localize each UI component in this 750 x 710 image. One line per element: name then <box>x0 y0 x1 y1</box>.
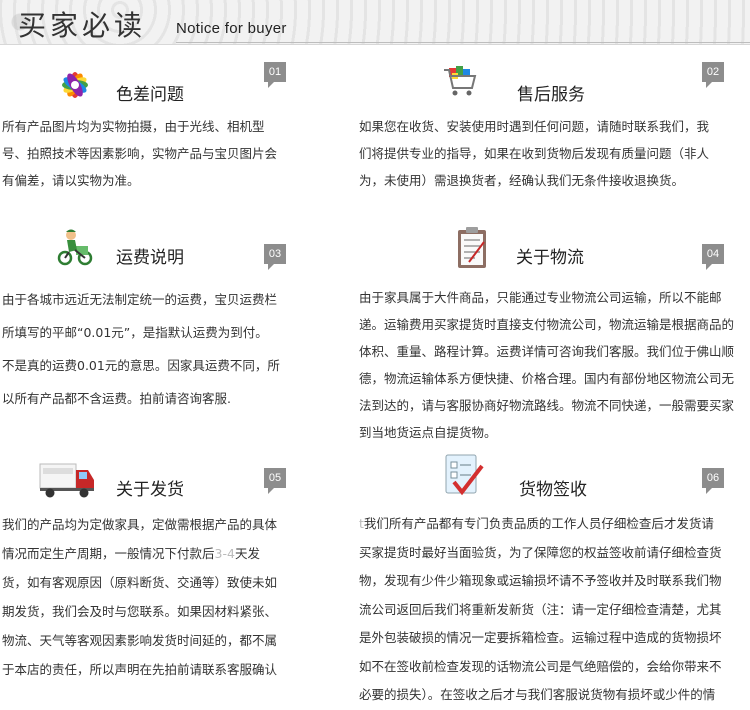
section-body: 由于家具属于大件商品，只能通过专业物流公司运输，所以不能邮 递。运输费用买家提货… <box>359 284 734 446</box>
body-line: 到当地货运点自提货物。 <box>359 425 497 440</box>
section-title: 货物签收 <box>519 480 587 500</box>
section-title: 关于物流 <box>516 248 584 268</box>
section-title: 关于发货 <box>116 480 184 500</box>
body-line-tail: 天发 <box>234 546 260 561</box>
body-line: 有偏差，请以实物为准。 <box>2 173 140 188</box>
delivery-cyclist-icon <box>57 229 93 266</box>
clipboard-icon <box>458 227 486 268</box>
body-line: 期发货，我们会及时与您联系。如果因材料紧张、 <box>2 604 278 619</box>
body-line: 由于家具属于大件商品，只能通过专业物流公司运输，所以不能邮 <box>359 290 722 305</box>
body-line: 于本店的责任，所以声明在先拍前请联系客服确认 <box>2 662 278 677</box>
section-title: 售后服务 <box>517 85 585 105</box>
body-line: 买家提货时最好当面验货，为了保障您的权益签收前请仔细检查货 <box>359 544 722 560</box>
section-badge: 01 <box>264 62 286 88</box>
checklist-icon <box>445 454 484 496</box>
color-flower-icon <box>62 72 88 98</box>
body-line: 流公司返回后我们将重新发新货（注：请一定仔细检查清楚，尤其 <box>359 601 722 617</box>
section-badge: 06 <box>702 468 724 494</box>
section-body: 由于各城市远近无法制定统一的运费，宝贝运费栏 所填写的平邮“0.01元”，是指默… <box>2 283 280 415</box>
body-line: 如果您在收货、安装使用时遇到任何问题，请随时联系我们，我 <box>359 119 710 134</box>
truck-icon <box>39 463 94 498</box>
body-line-muted: 3-4 <box>214 546 235 561</box>
header-divider <box>176 42 750 43</box>
body-line: 我们的产品均为定做家具，定做需根据产品的具体 <box>2 517 278 532</box>
header-title-cn: 买家必读 <box>18 9 147 42</box>
body-line: 德，物流运输体系方便快捷、价格合理。国内有部份地区物流公司无 <box>359 371 735 386</box>
section-body: 所有产品图片均为实物拍摄，由于光线、相机型 号、拍照技术等因素影响，实物产品与宝… <box>2 113 277 194</box>
section-badge: 04 <box>702 244 724 270</box>
body-line: 物流、天气等客观因素影响发货时间延的，都不属 <box>2 633 278 648</box>
body-line: 所有产品图片均为实物拍摄，由于光线、相机型 <box>2 119 265 134</box>
body-line: 为，未使用）需退换货者，经确认我们无条件接收退换货。 <box>359 173 685 188</box>
body-line: 以所有产品都不含运费。拍前请咨询客服. <box>2 391 231 406</box>
section-badge: 03 <box>264 244 286 270</box>
body-line: 如不在签收前检查发现的话物流公司是气绝赔偿的，会给你带来不 <box>359 658 722 674</box>
section-body: 如果您在收货、安装使用时遇到任何问题，请随时联系我们，我 们将提供专业的指导，如… <box>359 113 709 194</box>
body-line: 由于各城市远近无法制定统一的运费，宝贝运费栏 <box>2 292 278 307</box>
body-line: 不是真的运费0.01元的意思。因家具运费不同，所 <box>2 358 280 373</box>
section-title: 色差问题 <box>116 85 184 105</box>
body-line: 必要的损失）。在签收之后才与我们客服说货物有损坏或少件的情 <box>359 687 716 702</box>
body-line: 法到达的，请与客服协商好物流路线。物流不同快递，一般需要买家 <box>359 398 735 413</box>
body-line: 是外包装破损的情况一定要拆箱检查。运输过程中造成的货物损坏 <box>359 630 722 645</box>
body-line: 号、拍照技术等因素影响，实物产品与宝贝图片会 <box>2 146 278 161</box>
body-line-text: 情况而定生产周期，一般情况下付款后 <box>2 546 215 561</box>
body-line: 们将提供专业的指导，如果在收到货物后发现有质量问题（非人 <box>359 146 710 161</box>
header-title-en: Notice for buyer <box>176 20 287 37</box>
notice-header: 买家必读 Notice for buyer <box>0 0 750 45</box>
section-body: 我们的产品均为定做家具，定做需根据产品的具体 情况而定生产周期，一般情况下付款后… <box>2 510 277 684</box>
body-line: 递。运输费用买家提货时直接支付物流公司，物流运输是根据商品的 <box>359 317 735 332</box>
body-line: 物，发现有少件少箱现象或运输损坏请不予签收并及时联系我们物 <box>359 573 722 588</box>
body-line-text: 我们所有产品都有专门负责品质的工作人员仔细检查后才发货请 <box>363 516 714 531</box>
body-line: t我们所有产品都有专门负责品质的工作人员仔细检查后才发货请 <box>359 510 722 539</box>
section-badge: 02 <box>702 62 724 88</box>
section-badge: 05 <box>264 468 286 494</box>
section-body: t我们所有产品都有专门负责品质的工作人员仔细检查后才发货请 买家提货时最好当面验… <box>359 510 722 710</box>
shopping-cart-icon <box>444 66 477 96</box>
section-title: 运费说明 <box>116 248 184 268</box>
body-line: 货，如有客观原因（原料断货、交通等）致使未如 <box>2 575 278 590</box>
body-line: 体积、重量、路程计算。运费详情可咨询我们客服。我们位于佛山顺 <box>359 344 735 359</box>
body-line: 所填写的平邮“0.01元”，是指默认运费为到付。 <box>2 325 268 340</box>
body-line: 情况而定生产周期，一般情况下付款后3-4天发 <box>2 539 277 568</box>
